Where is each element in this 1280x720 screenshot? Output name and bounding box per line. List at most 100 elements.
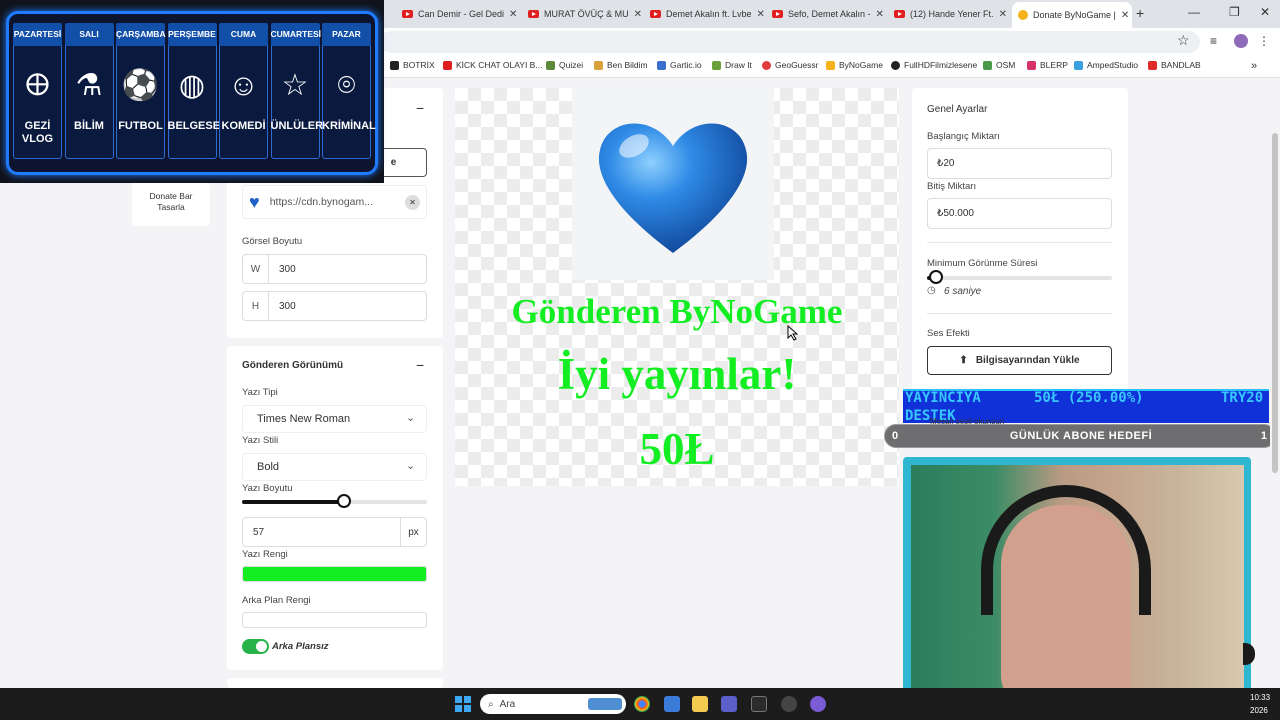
no-background-toggle[interactable]: [242, 639, 269, 654]
preview-sender-text: Gönderen ByNoGame: [511, 292, 843, 331]
teams-icon[interactable]: [721, 696, 737, 712]
geoguessr-icon: [762, 60, 771, 70]
browser-tab-active[interactable]: Donate ByNoGame | ✕: [1012, 2, 1132, 28]
bookmark-label: ByNoGame: [839, 60, 883, 70]
day-name: PERŞEMBE: [167, 23, 217, 46]
day-category-label: KOMEDİ: [221, 120, 266, 132]
width-value: 300: [279, 263, 296, 275]
font-size-input[interactable]: 57 px: [242, 517, 427, 547]
youtube-icon: [894, 10, 905, 18]
botrix-icon: [390, 60, 399, 70]
font-size-slider[interactable]: [242, 494, 427, 508]
bookmark-item[interactable]: AmpedStudio: [1074, 60, 1138, 70]
bookmark-item[interactable]: Quizei: [546, 60, 583, 70]
preview-message-text: İyi yayınlar!: [557, 349, 797, 399]
close-icon[interactable]: ✕: [1121, 10, 1129, 21]
sender-view-title: Gönderen Görünümü: [242, 360, 344, 371]
start-amount-value: ₺20: [937, 158, 955, 169]
chevron-down-icon: ⌄: [406, 460, 416, 472]
browser-tab[interactable]: Demet Akalın ft. Lvbe ✕: [644, 4, 766, 24]
bookmark-item[interactable]: OSM: [983, 60, 1015, 70]
app-icon[interactable]: [810, 696, 826, 712]
browser-tab[interactable]: Can Demir - Gel Dedi ✕: [396, 4, 522, 24]
image-url-field[interactable]: ♥ https://cdn.bynogam... ✕: [242, 185, 427, 219]
upload-sound-button[interactable]: ⬆ Bilgisayarından Yükle: [927, 346, 1112, 375]
close-window-icon[interactable]: ✕: [1260, 5, 1270, 19]
menu-icon[interactable]: ⋮: [1258, 34, 1270, 48]
bookmark-item[interactable]: KİCK CHAT OLAYI B...: [443, 60, 542, 70]
chrome-icon[interactable]: [634, 696, 650, 712]
donation-bar-progress-text: 50Ł (250.00%): [1034, 390, 1144, 406]
bookmark-item[interactable]: Draw It: [712, 60, 752, 70]
soccer-ball-icon: ⚽: [121, 69, 160, 102]
width-input[interactable]: W 300: [242, 254, 427, 284]
bookmark-item[interactable]: Ben Bildim: [594, 60, 648, 70]
start-amount-input[interactable]: ₺20: [927, 148, 1112, 179]
url-field[interactable]: [380, 31, 1200, 53]
close-icon[interactable]: ✕: [876, 9, 884, 20]
restore-icon[interactable]: ❐: [1229, 5, 1240, 19]
collapse-icon[interactable]: −: [416, 357, 424, 373]
new-tab-icon[interactable]: +: [1136, 5, 1144, 21]
font-type-select[interactable]: Times New Roman: [242, 405, 427, 433]
obs-icon[interactable]: [781, 696, 797, 712]
bookmark-item[interactable]: ByNoGame: [826, 60, 883, 70]
upload-label: Bilgisayarından Yükle: [975, 355, 1080, 366]
text-color-picker[interactable]: [242, 566, 427, 582]
windows-start-icon[interactable]: [455, 696, 471, 712]
bookmark-item[interactable]: GeoGuessr: [762, 60, 818, 70]
lab-flask-icon: ⚗: [75, 69, 103, 102]
browser-tab[interactable]: (12) Hande Yener Ft. ✕: [888, 4, 1010, 24]
browser-tab[interactable]: Sefo, Demet Akalın - ✕: [766, 4, 888, 24]
bookmark-item[interactable]: BOTRİX: [390, 60, 435, 70]
mail-icon[interactable]: [664, 696, 680, 712]
bookmark-label: Gartic.io: [670, 60, 702, 70]
slider-thumb[interactable]: [929, 270, 943, 284]
close-icon[interactable]: ✕: [757, 9, 765, 20]
donation-bar-left-text: YAYINCIYA: [905, 390, 981, 406]
day-name: PAZAR: [322, 23, 371, 46]
bookmark-star-icon[interactable]: ☆: [1177, 32, 1190, 49]
min-time-slider[interactable]: [927, 270, 1112, 284]
scrollbar-track[interactable]: [1270, 78, 1280, 688]
clear-icon[interactable]: ✕: [405, 194, 420, 210]
bookmark-item[interactable]: FullHDFilmizlesene: [891, 60, 977, 70]
clock-time: 10:33: [1250, 693, 1271, 702]
collapse-icon[interactable]: −: [416, 100, 424, 116]
sidebar-item-donate-bar[interactable]: Donate Bar Tasarla: [132, 182, 210, 213]
media-control-icon[interactable]: ≡: [1210, 34, 1217, 48]
end-amount-input[interactable]: ₺50.000: [927, 198, 1112, 229]
font-style-select[interactable]: Bold: [242, 453, 427, 481]
file-explorer-icon[interactable]: [692, 696, 708, 712]
tab-title: Can Demir - Gel Dedi: [418, 9, 505, 19]
close-icon[interactable]: ✕: [509, 9, 517, 20]
day-category-label: BELGESEL: [167, 120, 227, 132]
epic-games-icon[interactable]: [751, 696, 767, 712]
bg-color-picker[interactable]: [242, 612, 427, 628]
more-bookmarks-icon[interactable]: »: [1251, 60, 1257, 72]
height-input[interactable]: H 300: [242, 291, 427, 321]
drawit-icon: [712, 60, 721, 70]
end-amount-label: Bitiş Miktarı: [927, 181, 977, 192]
profile-avatar[interactable]: [1234, 34, 1248, 48]
height-value: 300: [279, 300, 296, 312]
bookmark-item[interactable]: Gartic.io: [657, 60, 702, 70]
slider-thumb[interactable]: [337, 494, 351, 508]
bookmark-item[interactable]: BANDLAB: [1148, 60, 1201, 70]
bookmark-item[interactable]: BLERP: [1027, 60, 1068, 70]
tab-title: (12) Hande Yener Ft.: [910, 9, 994, 19]
browser-tab[interactable]: MURAT ÖVÜÇ & MU ✕: [522, 4, 644, 24]
bookmark-label: OSM: [996, 60, 1016, 70]
day-name: CUMA: [219, 23, 268, 46]
goal-title: GÜNLÜK ABONE HEDEFİ: [1009, 430, 1153, 442]
chevron-down-icon: ⌄: [406, 412, 416, 424]
minimize-icon[interactable]: —: [1188, 5, 1200, 19]
gartic-icon: [657, 60, 666, 70]
bookmark-label: BANDLAB: [1161, 60, 1201, 70]
taskbar-search[interactable]: ⌕ Ara: [480, 694, 626, 714]
close-icon[interactable]: ✕: [634, 9, 642, 20]
scrollbar-thumb[interactable]: [1272, 133, 1278, 473]
star-icon: ☆: [281, 69, 309, 102]
close-icon[interactable]: ✕: [999, 9, 1007, 20]
osm-icon: [983, 60, 992, 70]
